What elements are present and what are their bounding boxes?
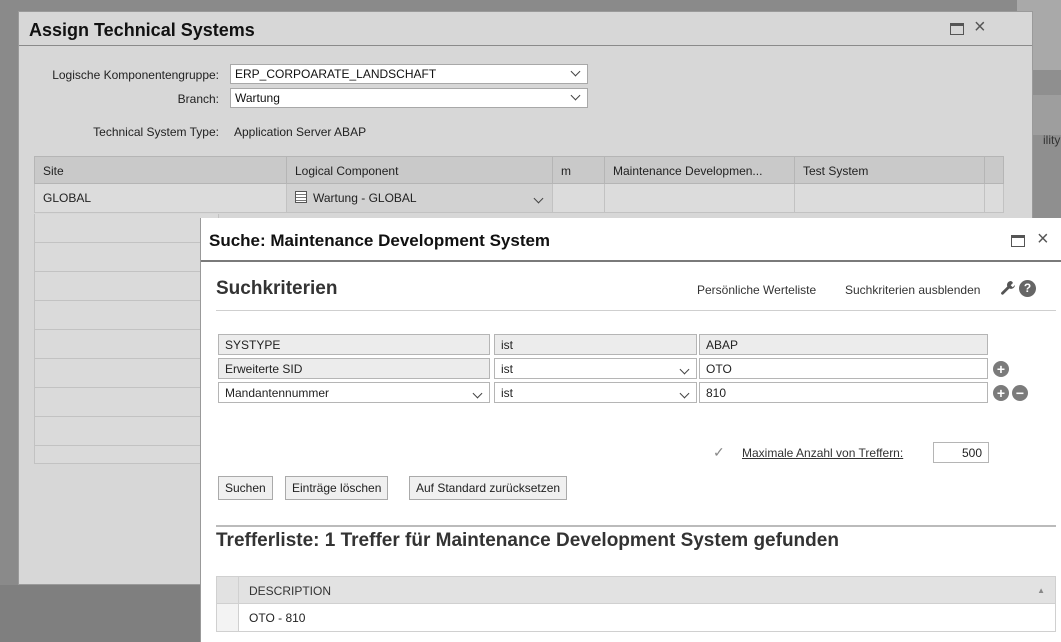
component-group-value: ERP_CORPOARATE_LANDSCHAFT [235, 67, 437, 81]
minus-icon[interactable]: − [1012, 385, 1028, 401]
chevron-down-icon [570, 66, 581, 78]
plus-icon[interactable]: + [993, 385, 1009, 401]
select-all-cell[interactable] [217, 577, 239, 603]
logical-component-value: Wartung - GLOBAL [313, 191, 417, 205]
table-row [34, 330, 219, 359]
dialog-title: Assign Technical Systems [29, 20, 255, 40]
sort-icon[interactable]: ▲ [1037, 586, 1045, 595]
table-row [34, 243, 219, 272]
wrench-icon[interactable] [1000, 280, 1016, 300]
criteria-field-sid: Erweiterte SID [218, 358, 490, 379]
table-row [34, 446, 219, 464]
table-row[interactable]: GLOBAL Wartung - GLOBAL [34, 184, 1004, 213]
search-dialog: Suche: Maintenance Development System × … [200, 218, 1061, 642]
system-type-label: Technical System Type: [93, 125, 219, 139]
table-row [34, 272, 219, 301]
chevron-down-icon [533, 191, 544, 205]
criteria-field-systype: SYSTYPE [218, 334, 490, 355]
criteria-operator-select[interactable]: ist [494, 358, 697, 379]
criteria-value-input[interactable]: OTO [699, 358, 988, 379]
system-type-value: Application Server ABAP [234, 125, 367, 139]
dialog-title: Suche: Maintenance Development System [209, 231, 551, 250]
m-cell[interactable] [553, 184, 605, 212]
criteria-heading: Suchkriterien [216, 278, 338, 299]
column-header-m[interactable]: m [553, 157, 605, 185]
operator-value: ist [501, 362, 513, 376]
hide-criteria-link[interactable]: Suchkriterien ausblenden [845, 283, 980, 297]
column-header-description[interactable]: DESCRIPTION [249, 584, 331, 598]
column-header-logical-component[interactable]: Logical Component [287, 157, 553, 185]
criteria-operator: ist [494, 334, 697, 355]
chevron-down-icon [472, 386, 483, 400]
chevron-down-icon [679, 386, 690, 400]
test-system-cell[interactable] [795, 184, 985, 212]
maximize-icon[interactable] [950, 22, 964, 40]
reset-default-button[interactable]: Auf Standard zurücksetzen [409, 476, 568, 500]
operator-value: ist [501, 386, 513, 400]
criteria-operator-select[interactable]: ist [494, 382, 697, 403]
table-row [34, 359, 219, 388]
checkbox-icon[interactable]: ✓ [713, 444, 729, 460]
close-icon[interactable]: × [974, 17, 986, 38]
column-header-test-system[interactable]: Test System [795, 157, 985, 185]
plus-icon[interactable]: + [993, 361, 1009, 377]
table-row [34, 301, 219, 330]
table-header: Site Logical Component m Maintenance Dev… [34, 156, 1004, 185]
dialog-titlebar: Suche: Maintenance Development System × [201, 218, 1061, 262]
criteria-value: ABAP [699, 334, 988, 355]
separator [216, 310, 1056, 311]
maintenance-dev-cell[interactable] [605, 184, 795, 212]
criteria-value-input[interactable]: 810 [699, 382, 988, 403]
maximize-icon[interactable] [1011, 234, 1025, 252]
branch-select[interactable]: Wartung [230, 88, 588, 108]
site-cell: GLOBAL [35, 184, 287, 212]
table-row [34, 417, 219, 446]
chevron-down-icon [570, 90, 581, 102]
branch-value: Wartung [235, 91, 280, 105]
search-button[interactable]: Suchen [218, 476, 273, 500]
table-row [34, 214, 219, 243]
background-bottom [0, 585, 200, 642]
logical-component-select[interactable]: Wartung - GLOBAL [287, 184, 553, 212]
table-row[interactable]: OTO - 810 [216, 604, 1056, 632]
background-partial-text: ility [1043, 133, 1061, 147]
component-group-select[interactable]: ERP_CORPOARATE_LANDSCHAFT [230, 64, 588, 84]
table-row [34, 388, 219, 417]
dialog-titlebar: Assign Technical Systems × [19, 12, 1032, 46]
criteria-field-select[interactable]: Mandantennummer [218, 382, 490, 403]
branch-label: Branch: [177, 92, 219, 106]
row-selector[interactable] [217, 604, 239, 631]
result-heading: Trefferliste: 1 Treffer für Maintenance … [216, 530, 839, 551]
field-value: Mandantennummer [225, 386, 330, 400]
result-table-header: DESCRIPTION ▲ [216, 576, 1056, 604]
component-group-label: Logische Komponentengruppe: [52, 68, 219, 82]
personal-value-list-link[interactable]: Persönliche Werteliste [697, 283, 816, 297]
help-icon[interactable]: ? [1019, 280, 1036, 297]
chevron-down-icon [679, 362, 690, 376]
column-header-maintenance-dev[interactable]: Maintenance Developmen... [605, 157, 795, 185]
description-cell: OTO - 810 [249, 611, 306, 625]
logical-component-icon [295, 191, 307, 203]
max-hits-input[interactable]: 500 [933, 442, 989, 463]
close-icon[interactable]: × [1037, 229, 1049, 250]
max-hits-label: Maximale Anzahl von Treffern: [742, 446, 904, 460]
separator [216, 525, 1056, 527]
column-header-site[interactable]: Site [35, 157, 287, 185]
clear-entries-button[interactable]: Einträge löschen [285, 476, 389, 500]
